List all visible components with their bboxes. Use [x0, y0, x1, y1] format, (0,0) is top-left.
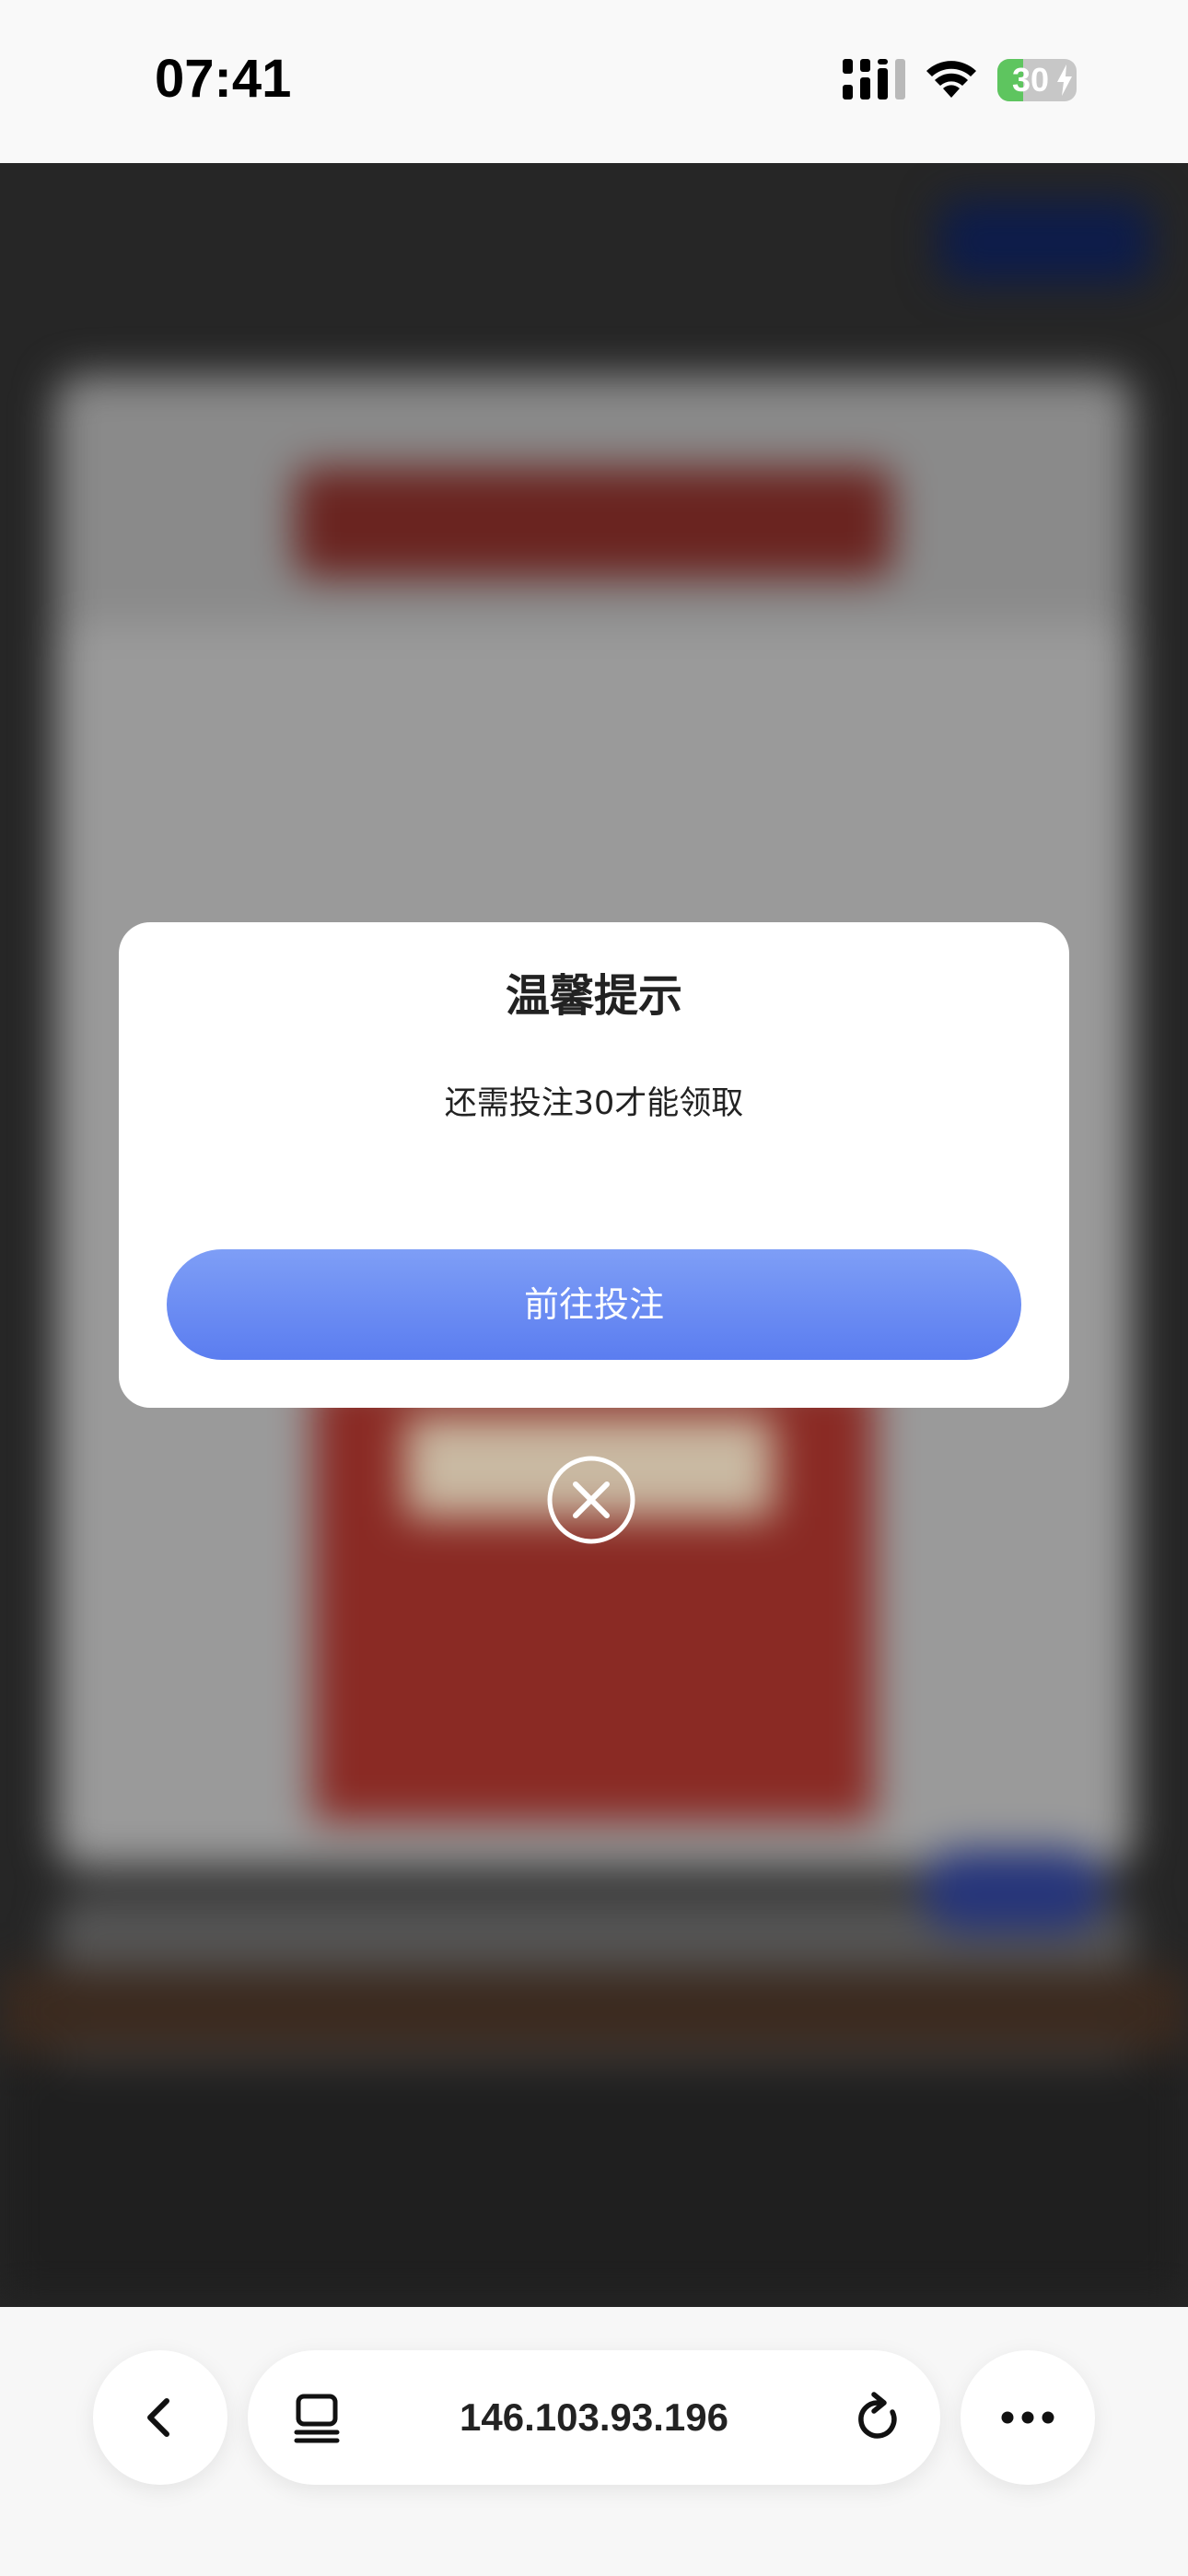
battery-level-text: 30	[1011, 61, 1050, 99]
more-dots-icon	[1001, 2411, 1054, 2424]
reload-icon[interactable]	[854, 2392, 903, 2443]
more-button[interactable]	[961, 2350, 1095, 2485]
url-text[interactable]: 146.103.93.196	[248, 2350, 940, 2485]
back-button[interactable]	[93, 2350, 227, 2485]
charging-bolt-icon	[1057, 64, 1072, 96]
wifi-icon	[926, 61, 976, 98]
notice-dialog: 温馨提示 还需投注30才能领取 前往投注	[119, 922, 1069, 1408]
dialog-message: 还需投注30才能领取	[444, 1085, 744, 1122]
dialog-title: 温馨提示	[505, 970, 682, 1022]
signal-icon	[843, 59, 905, 100]
status-time: 07:41	[155, 49, 292, 109]
address-bar[interactable]: 146.103.93.196	[248, 2350, 940, 2485]
close-circle-icon[interactable]	[547, 1456, 635, 1544]
go-bet-button[interactable]: 前往投注	[167, 1249, 1021, 1360]
battery-icon: 30	[997, 59, 1077, 101]
status-bar: 07:41 30	[0, 0, 1188, 163]
back-chevron-icon	[147, 2398, 169, 2437]
